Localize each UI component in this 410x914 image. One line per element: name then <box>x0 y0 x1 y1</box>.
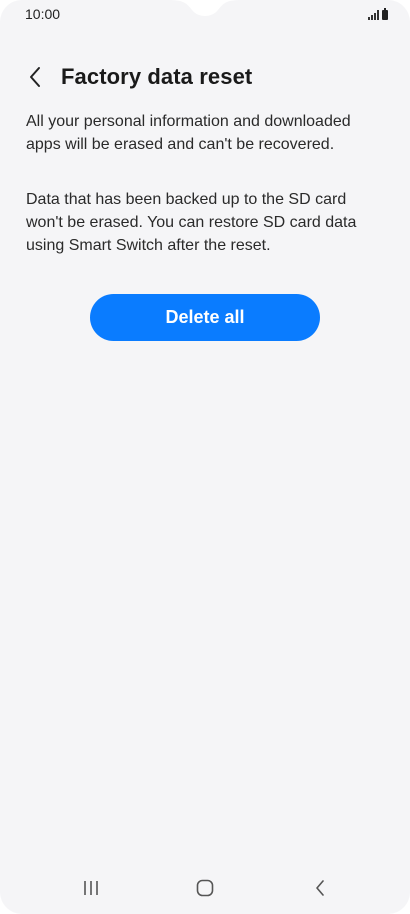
page-title: Factory data reset <box>61 64 253 89</box>
nav-back-button[interactable] <box>300 874 340 902</box>
header: Factory data reset <box>0 58 410 98</box>
signal-icon <box>368 10 379 20</box>
navigation-bar <box>0 862 410 914</box>
delete-all-button[interactable]: Delete all <box>90 294 320 341</box>
recents-button[interactable] <box>71 874 111 902</box>
status-bar: 10:00 <box>0 0 410 28</box>
home-button[interactable] <box>185 874 225 902</box>
chevron-left-icon <box>30 67 40 87</box>
erase-warning-text: All your personal information and downlo… <box>26 113 351 153</box>
status-time: 10:00 <box>25 6 61 22</box>
recents-icon <box>84 881 98 895</box>
sd-card-info-text: Data that has been backed up to the SD c… <box>26 191 357 254</box>
battery-icon <box>382 8 388 20</box>
camera-notch <box>168 0 242 16</box>
back-button[interactable] <box>20 62 50 92</box>
back-icon <box>316 880 324 896</box>
phone-screen: 10:00 Factory data reset All your person… <box>0 0 410 914</box>
home-icon <box>196 879 214 897</box>
status-icons <box>368 8 388 20</box>
